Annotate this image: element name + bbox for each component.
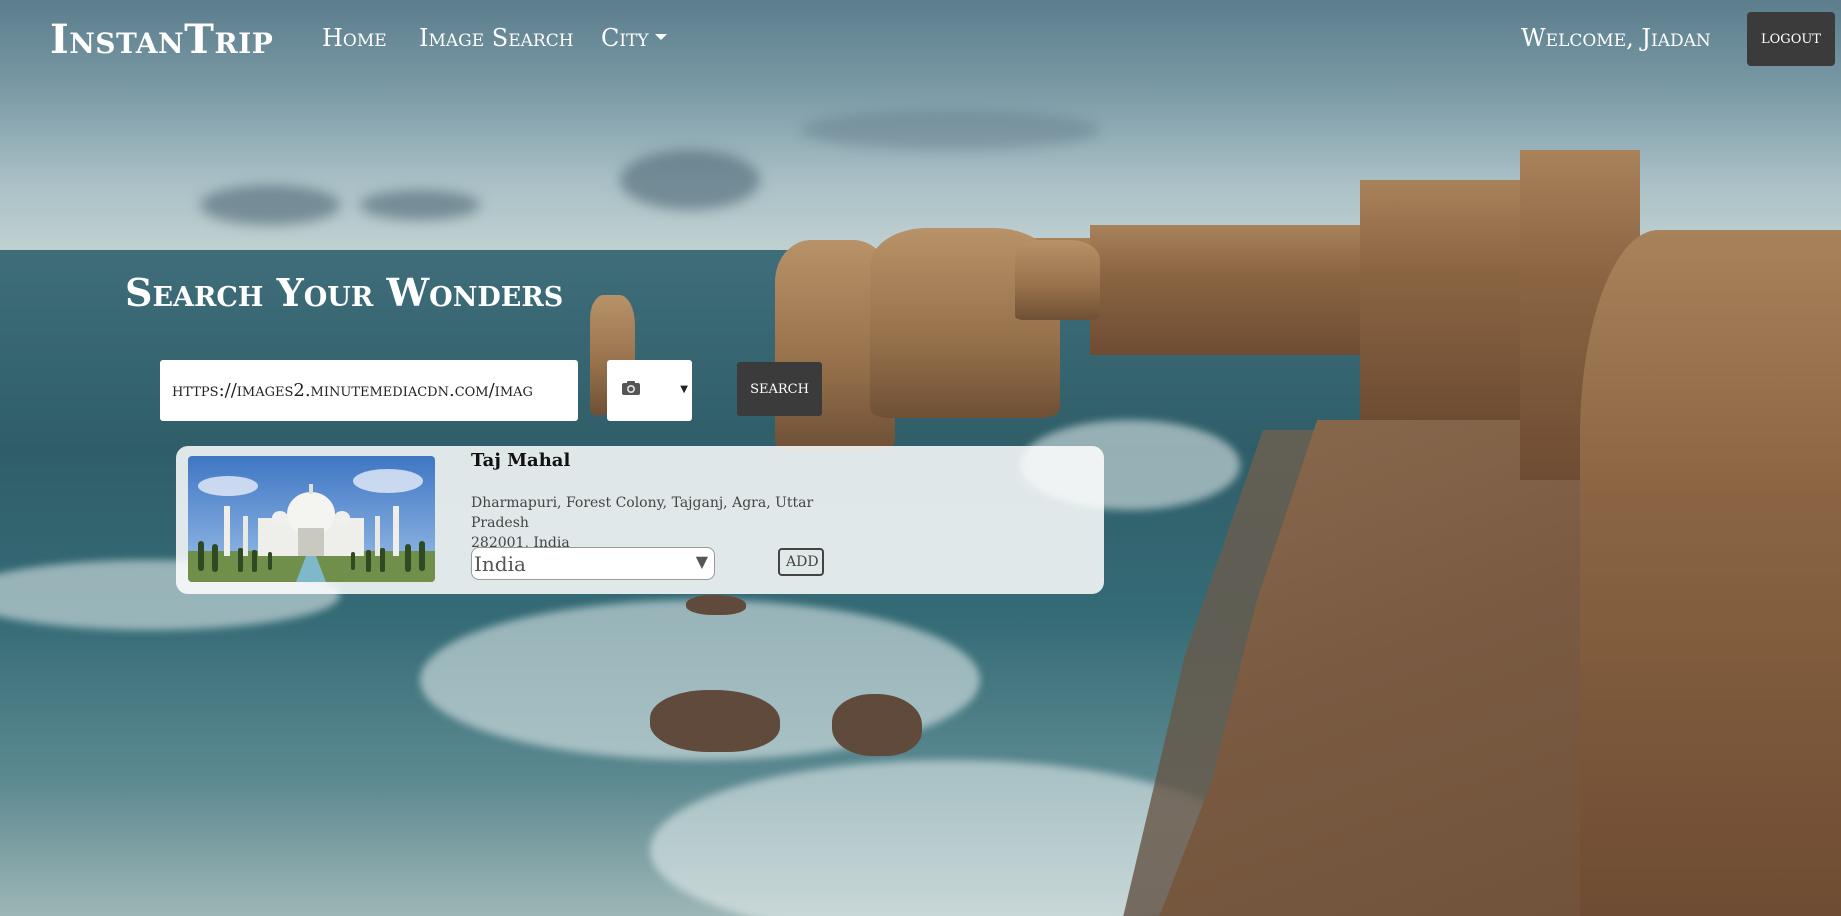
camera-icon (622, 381, 640, 395)
welcome-text: Welcome, Jiadan (1521, 24, 1711, 52)
navbar: InstanTrip Home Image Search City Welcom… (0, 0, 1841, 80)
result-title: Taj Mahal (471, 450, 571, 471)
cliff (1580, 230, 1841, 916)
chevron-down-icon (654, 33, 667, 40)
image-url-input[interactable] (160, 360, 578, 421)
cloud (620, 150, 760, 210)
nav-home-link[interactable]: Home (322, 24, 387, 52)
result-address: Dharmapuri, Forest Colony, Tajganj, Agra… (471, 493, 851, 553)
page-title: Search Your Wonders (125, 270, 564, 315)
search-button[interactable]: SEARCH (737, 362, 822, 416)
image-picker-select[interactable]: ▼ (607, 360, 692, 421)
add-button[interactable]: ADD (778, 548, 824, 576)
rock (686, 595, 746, 615)
brand-logo[interactable]: InstanTrip (50, 16, 273, 63)
result-card: Taj Mahal Dharmapuri, Forest Colony, Taj… (176, 446, 1104, 594)
select-arrow-icon: ▼ (680, 384, 688, 395)
chevron-down-icon: ▼ (695, 552, 708, 571)
cliff (1360, 180, 1540, 420)
cloud (200, 185, 340, 225)
result-thumbnail (188, 456, 435, 582)
nav-city-label: City (601, 24, 649, 52)
nav-image-search-link[interactable]: Image Search (419, 24, 574, 52)
country-select-value: India (474, 552, 526, 576)
cloud (360, 190, 480, 220)
taj-mahal-image (188, 456, 435, 582)
result-address-line: Dharmapuri, Forest Colony, Tajganj, Agra… (471, 495, 814, 531)
logout-button[interactable]: LOGOUT (1747, 12, 1835, 66)
rock (650, 690, 780, 752)
country-select[interactable]: India ▼ (471, 547, 715, 580)
rock (832, 694, 922, 756)
page: InstanTrip Home Image Search City Welcom… (0, 0, 1841, 916)
rock-stack (1015, 240, 1100, 320)
cliff (1090, 225, 1370, 355)
nav-city-dropdown[interactable]: City (601, 24, 667, 52)
cloud (800, 110, 1100, 150)
